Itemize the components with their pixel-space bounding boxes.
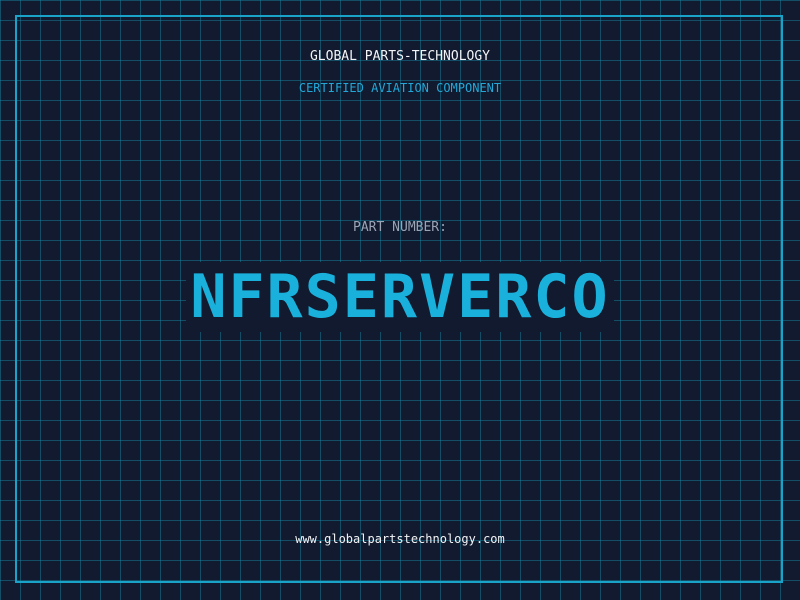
website-url: www.globalpartstechnology.com [295,532,505,546]
part-number-value: NFRSERVERCO [186,262,614,332]
part-number-container: NFRSERVERCO [0,262,800,332]
certification-subtitle: CERTIFIED AVIATION COMPONENT [298,81,502,95]
company-name: GLOBAL PARTS-TECHNOLOGY [309,49,490,64]
blueprint-canvas: GLOBAL PARTS-TECHNOLOGY CERTIFIED AVIATI… [0,0,800,600]
part-number-label: PART NUMBER: [353,220,447,235]
